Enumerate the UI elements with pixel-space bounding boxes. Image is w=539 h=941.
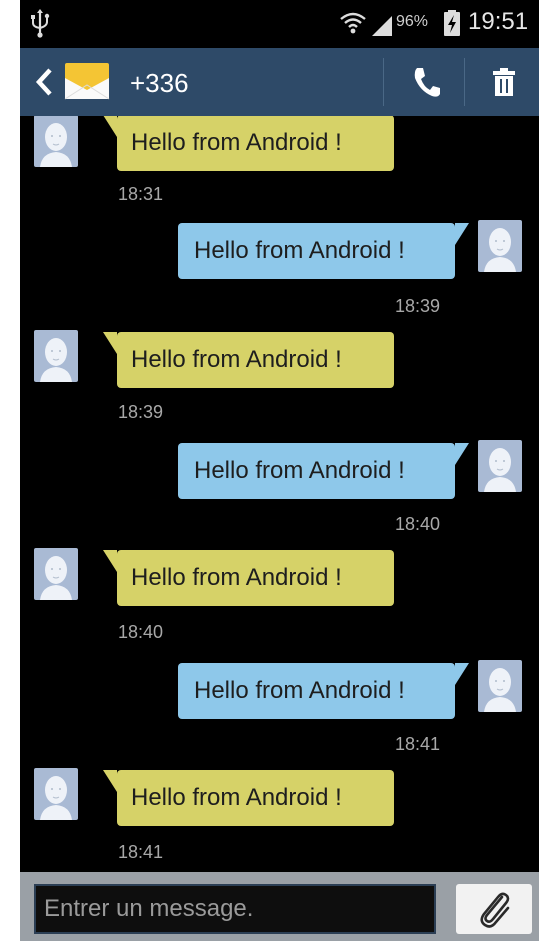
- message-bubble-incoming[interactable]: Hello from Android !: [103, 770, 394, 826]
- attach-button[interactable]: [456, 884, 532, 934]
- person-placeholder-icon: [34, 768, 78, 820]
- my-avatar[interactable]: [478, 440, 522, 492]
- my-avatar[interactable]: [478, 660, 522, 712]
- message-input[interactable]: [34, 884, 436, 934]
- person-placeholder-icon: [34, 548, 78, 600]
- message-bubble-outgoing[interactable]: Hello from Android !: [178, 663, 469, 719]
- trash-icon: [493, 68, 515, 96]
- message-bubble-incoming[interactable]: Hello from Android !: [103, 116, 394, 171]
- divider: [464, 58, 465, 106]
- phone-icon: [414, 68, 440, 97]
- message-timestamp: 18:40: [118, 622, 164, 642]
- battery-charging-icon: [444, 10, 460, 36]
- message-composer: [20, 872, 539, 941]
- contact-name: +336: [130, 68, 189, 98]
- message-timestamp: 18:41: [395, 734, 441, 754]
- usb-icon: [31, 9, 50, 38]
- message-text: Hello from Android !: [131, 129, 342, 156]
- contact-avatar[interactable]: [34, 768, 78, 820]
- person-placeholder-icon: [478, 220, 522, 272]
- message-text: Hello from Android !: [131, 346, 342, 373]
- signal-icon: [372, 16, 392, 36]
- message-bubble-incoming[interactable]: Hello from Android !: [103, 332, 394, 388]
- message-timestamp: 18:41: [118, 842, 164, 862]
- message-timestamp: 18:31: [118, 184, 164, 204]
- back-icon[interactable]: [34, 66, 54, 98]
- battery-percent: 96%: [396, 13, 429, 30]
- call-button[interactable]: [402, 58, 450, 106]
- contact-avatar[interactable]: [34, 330, 78, 382]
- conversation-header: +336: [20, 48, 539, 116]
- status-clock: 19:51: [468, 8, 529, 35]
- person-placeholder-icon: [34, 116, 78, 167]
- my-avatar[interactable]: [478, 220, 522, 272]
- envelope-icon: [64, 63, 110, 100]
- contact-avatar[interactable]: [34, 116, 78, 167]
- message-text: Hello from Android !: [131, 564, 342, 591]
- wifi-icon: [340, 12, 366, 34]
- message-text: Hello from Android !: [194, 237, 405, 264]
- paperclip-icon: [480, 892, 510, 928]
- message-timestamp: 18:39: [395, 296, 441, 316]
- message-bubble-incoming[interactable]: Hello from Android !: [103, 550, 394, 606]
- message-timestamp: 18:39: [118, 402, 164, 422]
- message-list[interactable]: Hello from Android ! 18:31 Hello from An…: [20, 116, 539, 872]
- person-placeholder-icon: [478, 440, 522, 492]
- status-bar: 96% 19:51: [20, 0, 539, 48]
- person-placeholder-icon: [478, 660, 522, 712]
- message-text: Hello from Android !: [131, 784, 342, 811]
- message-bubble-outgoing[interactable]: Hello from Android !: [178, 223, 469, 279]
- message-text: Hello from Android !: [194, 457, 405, 484]
- message-timestamp: 18:40: [395, 514, 441, 534]
- delete-button[interactable]: [480, 58, 528, 106]
- divider: [383, 58, 384, 106]
- contact-avatar[interactable]: [34, 548, 78, 600]
- phone-screen: 96% 19:51 +336 Hello from Android ! 18:3…: [20, 0, 539, 941]
- person-placeholder-icon: [34, 330, 78, 382]
- message-text: Hello from Android !: [194, 677, 405, 704]
- message-bubble-outgoing[interactable]: Hello from Android !: [178, 443, 469, 499]
